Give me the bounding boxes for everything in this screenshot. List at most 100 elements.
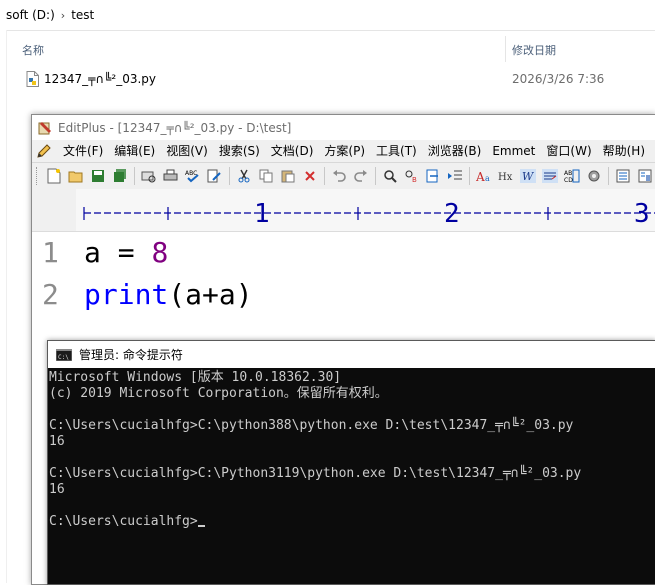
identifier: a (84, 236, 101, 269)
redo-icon[interactable] (352, 167, 370, 185)
console-line: 16 (49, 482, 65, 497)
font-icon[interactable]: Aa (475, 167, 493, 185)
console-prompt-line[interactable]: C:\Users\cucialhfg> (49, 514, 655, 530)
column-divider[interactable] (505, 36, 506, 62)
line-number: 2 (42, 278, 59, 311)
replace-icon[interactable]: B (403, 167, 421, 185)
settings-icon[interactable] (585, 167, 603, 185)
console-title: 管理员: 命令提示符 (79, 348, 183, 362)
print-icon[interactable] (162, 167, 180, 185)
code-text: print(a+a) (84, 278, 253, 311)
code-line[interactable]: 2 print(a+a) (32, 278, 655, 318)
menu-bar: 文件(F) 编辑(E) 视图(V) 搜索(S) 文档(D) 方案(P) 工具(T… (32, 140, 655, 161)
find-icon[interactable] (381, 167, 399, 185)
menu-window[interactable]: 窗口(W) (541, 142, 597, 159)
console-output[interactable]: Microsoft Windows [版本 10.0.18362.30] (c)… (48, 370, 655, 584)
toolbar-separator (323, 167, 325, 185)
number-literal: 8 (151, 236, 169, 269)
console-line: (c) 2019 Microsoft Corporation。保留所有权利。 (49, 386, 388, 401)
toolbar-separator (374, 167, 376, 185)
split-view-icon[interactable] (636, 167, 654, 185)
window-title: EditPlus - [12347_╤∩╚²_03.py - D:\test] (58, 120, 292, 135)
console-line: C:\Users\cucialhfg>C:\python388\python.e… (49, 418, 574, 433)
command-prompt-window: C:\ 管理员: 命令提示符 Microsoft Windows [版本 10.… (47, 340, 655, 585)
code-editor[interactable]: 1 a = 8 2 print(a+a) (32, 232, 655, 332)
toolbar-separator (469, 167, 471, 185)
new-file-icon[interactable] (45, 167, 63, 185)
menu-file[interactable]: 文件(F) (58, 142, 109, 159)
menu-help[interactable]: 帮助(H) (598, 142, 651, 159)
save-icon[interactable] (89, 167, 107, 185)
column-icon[interactable]: AB CD (563, 167, 581, 185)
navigation-pane-edge (0, 30, 7, 583)
breadcrumb-drive[interactable]: soft (D:) (6, 8, 55, 22)
svg-text:B: B (412, 176, 417, 183)
menu-search[interactable]: 搜索(S) (214, 142, 266, 159)
menu-view[interactable]: 视图(V) (161, 142, 214, 159)
save-all-icon[interactable] (111, 167, 129, 185)
cmd-icon: C:\ (56, 348, 72, 361)
text-cursor (197, 525, 205, 527)
menu-emmet[interactable]: Emmet (487, 144, 541, 158)
title-bar[interactable]: EditPlus - [12347_╤∩╚²_03.py - D:\test] (32, 115, 655, 140)
print-preview-icon[interactable] (140, 167, 158, 185)
document-view-icon[interactable] (614, 167, 632, 185)
indent-icon[interactable] (446, 167, 464, 185)
operator: = (100, 236, 152, 269)
console-title-bar[interactable]: C:\ 管理员: 命令提示符 (48, 341, 655, 368)
breadcrumb-folder[interactable]: test (71, 8, 94, 22)
toolbar: ABC B Aa Hx W AB CD (32, 162, 655, 190)
keyword-print: print (84, 278, 169, 311)
ruler-mark-3: 3 (634, 199, 650, 229)
svg-text:a: a (485, 174, 490, 183)
column-header-name[interactable]: 名称 (22, 42, 44, 58)
toolbar-separator (133, 167, 135, 185)
menu-tools[interactable]: 工具(T) (371, 142, 423, 159)
chevron-right-icon: › (60, 8, 66, 22)
word-wrap-icon[interactable]: W (519, 167, 537, 185)
editplus-app-icon (38, 121, 51, 134)
line-numbers-icon[interactable] (541, 167, 559, 185)
svg-text:AB: AB (564, 170, 572, 177)
copy-icon[interactable] (257, 167, 275, 185)
ruler-mark-1: 1 (254, 199, 270, 229)
ruler-mark-2: 2 (444, 199, 460, 229)
delete-icon[interactable] (301, 167, 319, 185)
toolbar-separator (608, 167, 610, 185)
paste-icon[interactable] (279, 167, 297, 185)
goto-icon[interactable] (425, 167, 443, 185)
code-line[interactable]: 1 a = 8 (32, 236, 655, 276)
column-header-date[interactable]: 修改日期 (512, 42, 556, 58)
spellcheck-icon[interactable]: ABC (184, 167, 202, 185)
cut-icon[interactable] (235, 167, 253, 185)
undo-icon[interactable] (330, 167, 348, 185)
pencil-icon (37, 143, 51, 158)
file-name: 12347_╤∩╚²_03.py (44, 72, 157, 86)
menu-browser[interactable]: 浏览器(B) (423, 142, 488, 159)
console-prompt: C:\Users\cucialhfg> (49, 514, 198, 529)
menu-project[interactable]: 方案(P) (319, 142, 371, 159)
find-in-files-icon[interactable] (206, 167, 224, 185)
open-folder-icon[interactable] (67, 167, 85, 185)
breadcrumb[interactable]: soft (D:) › test (0, 0, 655, 31)
ruler-graphic: 1 2 3 (32, 189, 655, 231)
list-item[interactable]: 12347_╤∩╚²_03.py 2026/3/26 7:36 (20, 70, 650, 90)
svg-text:A: A (476, 170, 485, 183)
toolbar-separator (228, 167, 230, 185)
svg-text:Hx: Hx (498, 172, 513, 183)
console-line: Microsoft Windows [版本 10.0.18362.30] (49, 370, 342, 385)
call-arguments: (a+a) (168, 278, 253, 311)
console-line: C:\Users\cucialhfg>C:\Python3119\python.… (49, 466, 582, 481)
hex-icon[interactable]: Hx (497, 167, 515, 185)
svg-text:C:\: C:\ (58, 354, 69, 361)
menu-document[interactable]: 文档(D) (266, 142, 320, 159)
column-headers: 名称 修改日期 (0, 30, 655, 66)
console-line: 16 (49, 434, 65, 449)
menu-edit[interactable]: 编辑(E) (109, 142, 161, 159)
svg-text:CD: CD (564, 177, 573, 183)
svg-text:W: W (522, 170, 535, 183)
toolbar-grip[interactable] (36, 167, 40, 185)
